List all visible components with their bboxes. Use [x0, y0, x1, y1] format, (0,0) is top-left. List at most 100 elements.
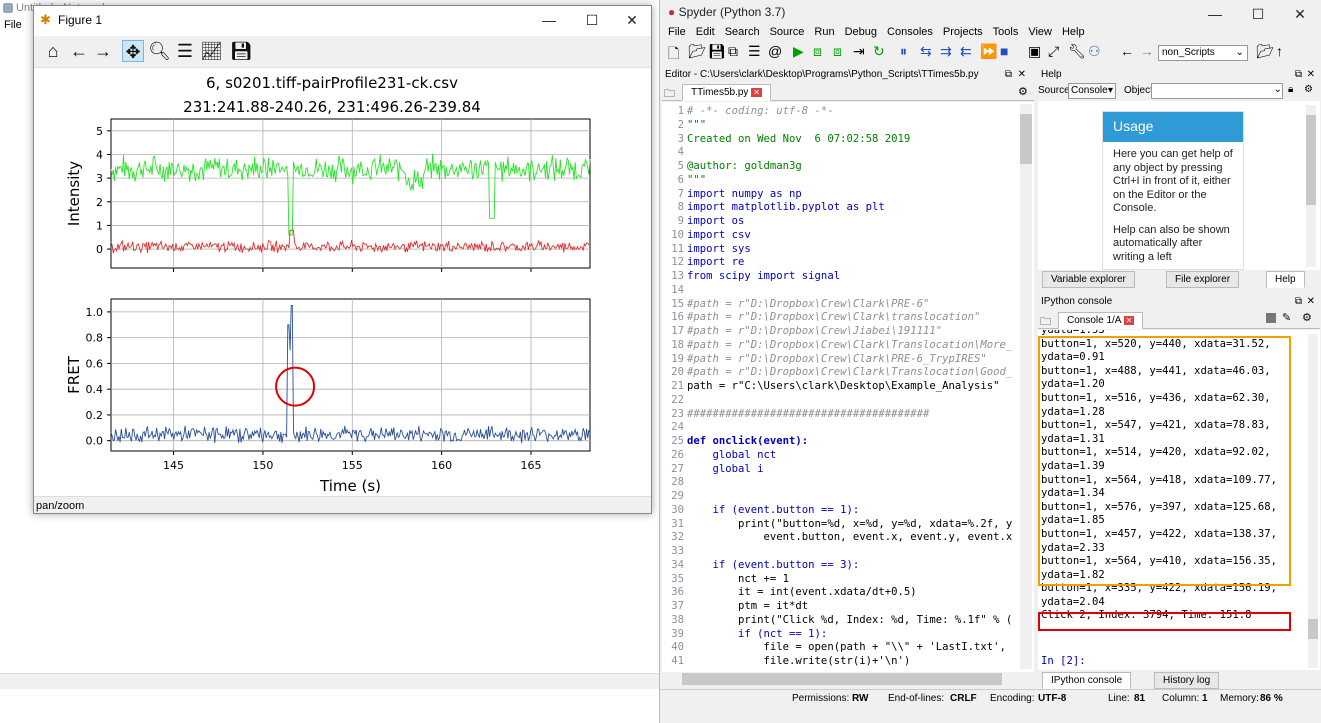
step-icon[interactable]: ⇆ — [920, 43, 932, 60]
console-options-icon[interactable]: ⚙ — [1302, 311, 1312, 324]
run-cell-icon[interactable]: ⧈ — [813, 43, 822, 60]
intensity-axes[interactable]: 0 1 2 3 4 5 Intensity — [65, 118, 591, 272]
menu-edit[interactable]: Edit — [696, 26, 715, 38]
editor-options-icon[interactable]: ⚙ — [1018, 85, 1028, 98]
notepad-icon — [3, 3, 13, 13]
forward-icon[interactable]: → — [92, 40, 114, 62]
edit-curve-icon[interactable]: 📈︎ — [200, 40, 223, 62]
figure-canvas[interactable]: 6, s0201.tiff-pairProfile231-ck.csv 231:… — [34, 68, 651, 496]
menu-source[interactable]: Source — [770, 26, 805, 38]
menu-view[interactable]: View — [1028, 26, 1052, 38]
outline-icon[interactable]: ☰ — [748, 43, 761, 60]
help-scrollbar[interactable] — [1306, 105, 1316, 267]
home-icon[interactable]: ⌂ — [42, 40, 64, 62]
menu-consoles[interactable]: Consoles — [887, 26, 933, 38]
close-pane-icon[interactable]: ✕ — [1307, 69, 1315, 80]
code-editor[interactable]: 1 # -*- coding: utf-8 -*- 2 """ 3 Created on … — [662, 102, 1034, 672]
back-nav-icon[interactable]: ← — [1120, 43, 1134, 59]
close-button[interactable]: ✕ — [617, 10, 647, 30]
open-file-icon[interactable]: 📂︎ — [688, 43, 706, 60]
help-options-icon[interactable]: ⚙ — [1304, 84, 1313, 95]
object-combo[interactable]: ⌄ — [1151, 83, 1283, 99]
fullscreen-icon[interactable]: ⤢ — [1048, 43, 1059, 60]
tab-console-1a[interactable]: Console 1/A ✕ — [1058, 312, 1144, 329]
step-into-icon[interactable]: ⇉ — [940, 43, 952, 60]
undock-icon[interactable]: ⧉ — [1295, 296, 1302, 307]
close-tab-icon[interactable]: ✕ — [751, 88, 762, 97]
new-file-icon[interactable]: 🗋 — [668, 43, 679, 67]
lock-icon[interactable]: 🔒︎ — [1288, 84, 1293, 95]
hscroll-thumb[interactable] — [682, 673, 1002, 685]
save-icon[interactable]: 💾︎ — [230, 40, 253, 62]
run-icon[interactable]: ▶ — [793, 43, 804, 60]
debug-icon[interactable]: ⏸ — [900, 43, 907, 60]
parent-dir-icon[interactable]: ↑ — [1276, 43, 1283, 59]
step-return-icon[interactable]: ⇇ — [960, 43, 972, 60]
save-all-icon[interactable]: ⧉ — [728, 43, 738, 60]
menu-search[interactable]: Search — [725, 26, 760, 38]
preferences-icon[interactable]: 🔧︎ — [1068, 43, 1086, 60]
menu-file[interactable]: File — [668, 26, 686, 38]
undock-icon[interactable]: ⧉ — [1295, 69, 1302, 80]
fret-axes[interactable]: 0.0 0.2 0.4 0.6 0.8 1.0 145 150 155 160 165 FRET Tim… — [65, 298, 591, 495]
continue-icon[interactable]: ⏩ — [980, 43, 997, 60]
console-output[interactable]: ydata=1.53 button=1, x=520, y=440, xdata=… — [1038, 330, 1320, 670]
tab-history-log[interactable]: History log — [1154, 672, 1220, 689]
minimize-button[interactable]: — — [534, 10, 564, 30]
stop-icon[interactable]: ■ — [1000, 43, 1008, 59]
close-pane-icon[interactable]: ✕ — [1018, 69, 1026, 80]
run-selection-icon[interactable]: ⇥ — [853, 43, 865, 60]
run-cell-advance-icon[interactable]: ⧈ — [833, 43, 842, 60]
maximize-button[interactable]: ☐ — [577, 10, 607, 30]
menu-projects[interactable]: Projects — [943, 26, 983, 38]
menu-help[interactable]: Help — [1062, 26, 1085, 38]
interrupt-kernel-icon[interactable] — [1266, 313, 1276, 323]
close-tab-icon[interactable]: ✕ — [1123, 316, 1135, 325]
source-combo[interactable]: Console ▾ — [1068, 83, 1116, 99]
menu-run[interactable]: Run — [814, 26, 834, 38]
spyder-close-button[interactable]: ✕ — [1285, 4, 1315, 24]
background-menu-file[interactable]: File — [4, 19, 22, 31]
line-number: 27 — [671, 462, 684, 475]
save-file-icon[interactable]: 💾︎ — [708, 43, 726, 60]
code-line: 14 — [662, 284, 1034, 298]
clear-console-icon[interactable]: ✎ — [1282, 311, 1291, 324]
background-horizontal-scrollbar[interactable] — [0, 673, 660, 689]
menu-debug[interactable]: Debug — [845, 26, 877, 38]
spyder-titlebar[interactable]: ● Spyder (Python 3.7) — [668, 5, 785, 19]
spyder-minimize-button[interactable]: — — [1200, 4, 1230, 24]
forward-nav-icon[interactable]: → — [1140, 43, 1154, 59]
subplots-icon[interactable]: ☰ — [174, 40, 196, 62]
code-line: 27 global i — [662, 463, 1034, 477]
line-number: 16 — [671, 311, 684, 324]
maximize-pane-icon[interactable]: ▣ — [1028, 43, 1041, 60]
back-icon[interactable]: ← — [68, 40, 90, 62]
x-tick-label: 145 — [163, 459, 184, 472]
tab-ipython-console[interactable]: IPython console — [1042, 672, 1132, 689]
console-scrollbar[interactable] — [1308, 334, 1318, 668]
code-text: """ — [687, 173, 707, 186]
python-path-icon[interactable]: ⚇ — [1088, 43, 1101, 60]
scrollbar-thumb[interactable] — [1020, 114, 1032, 164]
zoom-icon[interactable]: 🔍︎ — [148, 40, 171, 62]
usage-paragraph-1: Here you can get help of any object by p… — [1113, 148, 1233, 214]
tab-ttimes5b[interactable]: TTimes5b.py ✕ — [682, 84, 771, 101]
close-pane-icon[interactable]: ✕ — [1307, 296, 1315, 307]
figure-titlebar[interactable]: ✱ Figure 1 — ☐ ✕ — [34, 6, 651, 34]
at-icon[interactable]: @ — [768, 43, 782, 59]
code-text: print("Click %d, Index: %d, Time: %.1f" … — [687, 613, 1013, 626]
editor-vertical-scrollbar[interactable] — [1020, 104, 1032, 669]
undock-icon[interactable]: ⧉ — [1005, 69, 1012, 80]
spyder-menubar: File Edit Search Source Run Debug Consoles Proj… — [668, 26, 1095, 38]
console-prompt[interactable]: In [2]: — [1041, 655, 1086, 669]
rerun-icon[interactable]: ↻ — [873, 43, 885, 60]
working-directory-combo[interactable]: non_Scripts ⌄ — [1158, 45, 1248, 61]
spyder-maximize-button[interactable]: ☐ — [1243, 4, 1273, 24]
tab-help[interactable]: Help — [1266, 271, 1305, 288]
editor-horizontal-scrollbar[interactable] — [662, 672, 1034, 686]
tab-file-explorer[interactable]: File explorer — [1166, 271, 1240, 288]
pan-icon[interactable]: ✥ — [122, 40, 144, 62]
menu-tools[interactable]: Tools — [993, 26, 1019, 38]
tab-variable-explorer[interactable]: Variable explorer — [1042, 271, 1135, 288]
browse-folder-icon[interactable]: 📂︎ — [1256, 43, 1274, 60]
